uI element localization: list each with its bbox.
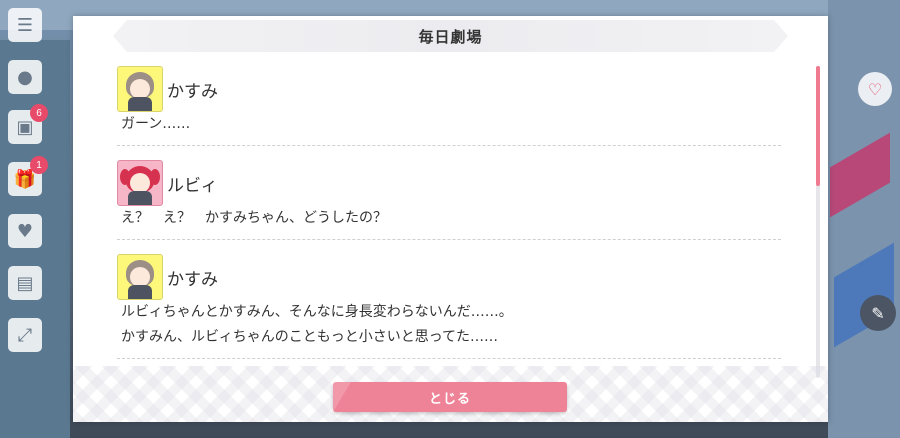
dialogue-line: かすみん、ルビィちゃんのこともっと小さいと思ってた…… (121, 329, 499, 345)
chat-icon[interactable]: ● (8, 60, 42, 94)
pencil-icon[interactable]: ✎ (860, 295, 896, 331)
menu-icon[interactable]: ☰ (8, 8, 42, 42)
ruby-avatar (117, 160, 163, 206)
dialogue-entry: ルビィ え？ え？ かすみちゃん、どうしたの？ (117, 156, 781, 240)
daily-theater-modal: 毎日劇場 かすみ ガーン…… ルビィ え？ え？ かすみちゃん、どうしたの？ か… (73, 16, 828, 422)
fullscreen-icon[interactable]: ⤢ (8, 318, 42, 352)
dialogue-entry: かすみ ガーン…… (117, 62, 781, 146)
scroll-thumb[interactable] (816, 66, 820, 186)
heart-icon[interactable]: ♥ (8, 214, 42, 248)
dialogue-line: ルビィちゃんとかすみん、そんなに身長変わらないんだ……。 (121, 304, 513, 320)
notification-badge: 1 (30, 156, 48, 174)
kasumi-avatar (117, 254, 163, 300)
theater-icon[interactable]: ▤ (8, 266, 42, 300)
kasumi-avatar (117, 66, 163, 112)
modal-title: 毎日劇場 (418, 27, 483, 46)
dialogue-line: え？ え？ かすみちゃん、どうしたの？ (121, 210, 387, 226)
speaker-name: ルビィ (167, 175, 218, 196)
speaker-name: かすみ (167, 269, 218, 290)
scrollbar[interactable] (816, 66, 820, 378)
dialogue-entry: かすみ ルビィちゃんとかすみん、そんなに身長変わらないんだ……。 かすみん、ルビ… (117, 250, 781, 359)
close-button[interactable]: とじる (333, 382, 567, 412)
speaker-name: かすみ (167, 81, 218, 102)
modal-header: 毎日劇場 (113, 20, 788, 52)
dialogue-line: ガーン…… (121, 116, 191, 132)
close-button-label: とじる (428, 391, 471, 407)
heart-icon[interactable]: ♡ (858, 72, 892, 106)
notification-badge: 6 (30, 104, 48, 122)
dialogue-list[interactable]: かすみ ガーン…… ルビィ え？ え？ かすみちゃん、どうしたの？ かすみ ルビ (117, 62, 781, 372)
